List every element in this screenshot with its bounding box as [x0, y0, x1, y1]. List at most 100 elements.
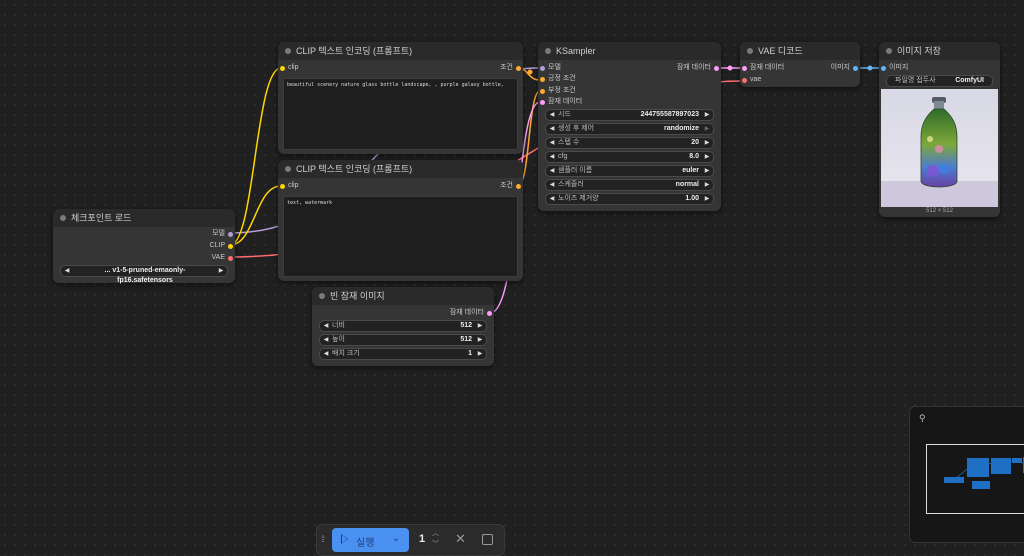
- output-conditioning[interactable]: 조건: [500, 63, 523, 73]
- arrow-right-icon[interactable]: ▶: [476, 349, 484, 359]
- slot-dot[interactable]: [516, 183, 521, 189]
- slot-dot[interactable]: [228, 255, 233, 261]
- node-title[interactable]: 체크포인트 로드: [53, 209, 235, 227]
- input-latent[interactable]: 잠재 데이터: [538, 97, 582, 107]
- cfg-number-widget[interactable]: ◀ cfg 8.0 ▶: [545, 151, 714, 163]
- arrow-left-icon[interactable]: ◀: [548, 110, 556, 120]
- slot-dot[interactable]: [742, 65, 747, 71]
- output-clip[interactable]: CLIP: [209, 241, 235, 251]
- stop-square-icon[interactable]: [482, 534, 493, 545]
- slot-dot[interactable]: [228, 243, 233, 249]
- node-title[interactable]: CLIP 텍스트 인코딩 (프롬프트): [278, 42, 523, 60]
- input-clip[interactable]: clip: [278, 181, 299, 191]
- node-collapse-dot[interactable]: [319, 293, 325, 299]
- arrow-left-icon[interactable]: ◀: [548, 138, 556, 148]
- slot-dot[interactable]: [228, 231, 233, 237]
- arrow-left-icon[interactable]: ◀: [548, 152, 556, 162]
- node-title[interactable]: 빈 잠재 이미지: [312, 287, 494, 305]
- node-checkpoint-loader[interactable]: 체크포인트 로드 모델 CLIP VAE ◀ ... v1-5-pruned-e…: [53, 209, 236, 284]
- minimap-panel[interactable]: ⚲: [909, 406, 1024, 543]
- seed-number-widget[interactable]: ◀ 시드 244755587897023 ▶: [545, 109, 714, 121]
- input-images[interactable]: 이미지: [879, 63, 908, 73]
- slot-dot[interactable]: [280, 65, 285, 71]
- input-vae[interactable]: vae: [740, 75, 761, 85]
- node-ksampler[interactable]: KSampler 모델 긍정 조건 부정 조건 잠재 데이터 잠재 데이터 ◀ 시…: [538, 42, 721, 211]
- denoise-number-widget[interactable]: ◀ 노이즈 제거양 1.00 ▶: [545, 193, 714, 205]
- close-icon[interactable]: ✕: [455, 531, 466, 547]
- node-empty-latent-image[interactable]: 빈 잠재 이미지 잠재 데이터 ◀ 너비 512 ▶ ◀ 높이 512 ▶ ◀ …: [312, 287, 494, 366]
- input-positive[interactable]: 긍정 조건: [538, 74, 576, 84]
- node-save-image[interactable]: 이미지 저장 이미지 파일명 접두사 ComfyUI 512 × 512: [879, 42, 1000, 217]
- slot-dot[interactable]: [487, 310, 492, 316]
- node-clip-text-positive[interactable]: CLIP 텍스트 인코딩 (프롬프트) clip 조건 beautiful sc…: [278, 42, 523, 154]
- input-model[interactable]: 모델: [538, 63, 561, 73]
- steps-number-widget[interactable]: ◀ 스텝 수 20 ▶: [545, 137, 714, 149]
- node-title[interactable]: 이미지 저장: [879, 42, 1000, 60]
- slot-dot[interactable]: [540, 99, 545, 105]
- arrow-right-icon[interactable]: ▶: [703, 110, 711, 120]
- arrow-left-icon[interactable]: ◀: [63, 266, 71, 276]
- filename-prefix-input[interactable]: 파일명 접두사 ComfyUI: [886, 75, 993, 87]
- arrow-left-icon[interactable]: ◀: [322, 335, 330, 345]
- output-image-preview[interactable]: [881, 89, 998, 207]
- input-negative[interactable]: 부정 조건: [538, 86, 576, 96]
- slot-dot[interactable]: [853, 65, 858, 71]
- node-collapse-dot[interactable]: [60, 215, 66, 221]
- scheduler-combo[interactable]: ◀ 스케줄러 normal ▶: [545, 179, 714, 191]
- node-clip-text-negative[interactable]: CLIP 텍스트 인코딩 (프롬프트) clip 조건 text, waterm…: [278, 160, 523, 281]
- slot-dot[interactable]: [714, 65, 719, 71]
- arrow-right-icon[interactable]: ▶: [703, 180, 711, 190]
- batch-count-value[interactable]: 1: [419, 533, 425, 545]
- arrow-left-icon[interactable]: ◀: [548, 180, 556, 190]
- input-clip[interactable]: clip: [278, 63, 299, 73]
- control-after-generate-combo[interactable]: ◀ 생성 후 제어 randomize ▶: [545, 123, 714, 135]
- slot-dot[interactable]: [540, 65, 545, 71]
- arrow-right-icon[interactable]: ▶: [703, 194, 711, 204]
- node-title[interactable]: VAE 디코드: [740, 42, 860, 60]
- arrow-left-icon[interactable]: ◀: [322, 321, 330, 331]
- output-latent[interactable]: 잠재 데이터: [450, 308, 494, 318]
- chevron-down-icon[interactable]: ⌄: [392, 533, 400, 544]
- node-collapse-dot[interactable]: [886, 48, 892, 54]
- input-samples[interactable]: 잠재 데이터: [740, 63, 784, 73]
- node-collapse-dot[interactable]: [285, 48, 291, 54]
- run-button[interactable]: 실행 ⌄: [332, 528, 409, 552]
- drag-handle-icon[interactable]: ⁞⁞: [321, 534, 325, 544]
- sampler-name-combo[interactable]: ◀ 샘플러 이름 euler ▶: [545, 165, 714, 177]
- node-title[interactable]: KSampler: [538, 42, 721, 60]
- slot-dot[interactable]: [881, 65, 886, 71]
- node-title[interactable]: CLIP 텍스트 인코딩 (프롬프트): [278, 160, 523, 178]
- slot-dot[interactable]: [516, 65, 521, 71]
- settings-sliders-icon[interactable]: ⚲: [919, 413, 926, 424]
- node-collapse-dot[interactable]: [747, 48, 753, 54]
- slot-dot[interactable]: [540, 88, 545, 94]
- width-number-widget[interactable]: ◀ 너비 512 ▶: [319, 320, 487, 332]
- height-number-widget[interactable]: ◀ 높이 512 ▶: [319, 334, 487, 346]
- slot-dot[interactable]: [540, 76, 545, 82]
- arrow-right-icon[interactable]: ▶: [703, 138, 711, 148]
- ckpt-name-combo[interactable]: ◀ ... v1-5-pruned-emaonly-fp16.safetenso…: [60, 265, 228, 284]
- batch-size-number-widget[interactable]: ◀ 배치 크기 1 ▶: [319, 348, 487, 360]
- arrow-right-icon[interactable]: ▶: [703, 124, 711, 134]
- arrow-right-icon[interactable]: ▶: [703, 166, 711, 176]
- output-vae[interactable]: VAE: [212, 253, 236, 263]
- node-collapse-dot[interactable]: [545, 48, 551, 54]
- arrow-left-icon[interactable]: ◀: [548, 124, 556, 134]
- arrow-right-icon[interactable]: ▶: [476, 321, 484, 331]
- output-latent[interactable]: 잠재 데이터: [677, 63, 721, 73]
- arrow-right-icon[interactable]: ▶: [476, 335, 484, 345]
- arrow-right-icon[interactable]: ▶: [703, 152, 711, 162]
- minimap-viewport[interactable]: [926, 444, 1024, 514]
- stepper-icon[interactable]: ︿ ﹀: [432, 528, 439, 550]
- arrow-left-icon[interactable]: ◀: [548, 166, 556, 176]
- output-conditioning[interactable]: 조건: [500, 181, 523, 191]
- arrow-right-icon[interactable]: ▶: [217, 266, 225, 276]
- slot-dot[interactable]: [280, 183, 285, 189]
- slot-dot[interactable]: [742, 77, 747, 83]
- output-model[interactable]: 모델: [212, 229, 235, 239]
- prompt-textarea[interactable]: text, watermark: [283, 196, 518, 277]
- output-image[interactable]: 이미지: [831, 63, 860, 73]
- arrow-left-icon[interactable]: ◀: [548, 194, 556, 204]
- prompt-textarea[interactable]: beautiful scenery nature glass bottle la…: [283, 78, 518, 150]
- arrow-left-icon[interactable]: ◀: [322, 349, 330, 359]
